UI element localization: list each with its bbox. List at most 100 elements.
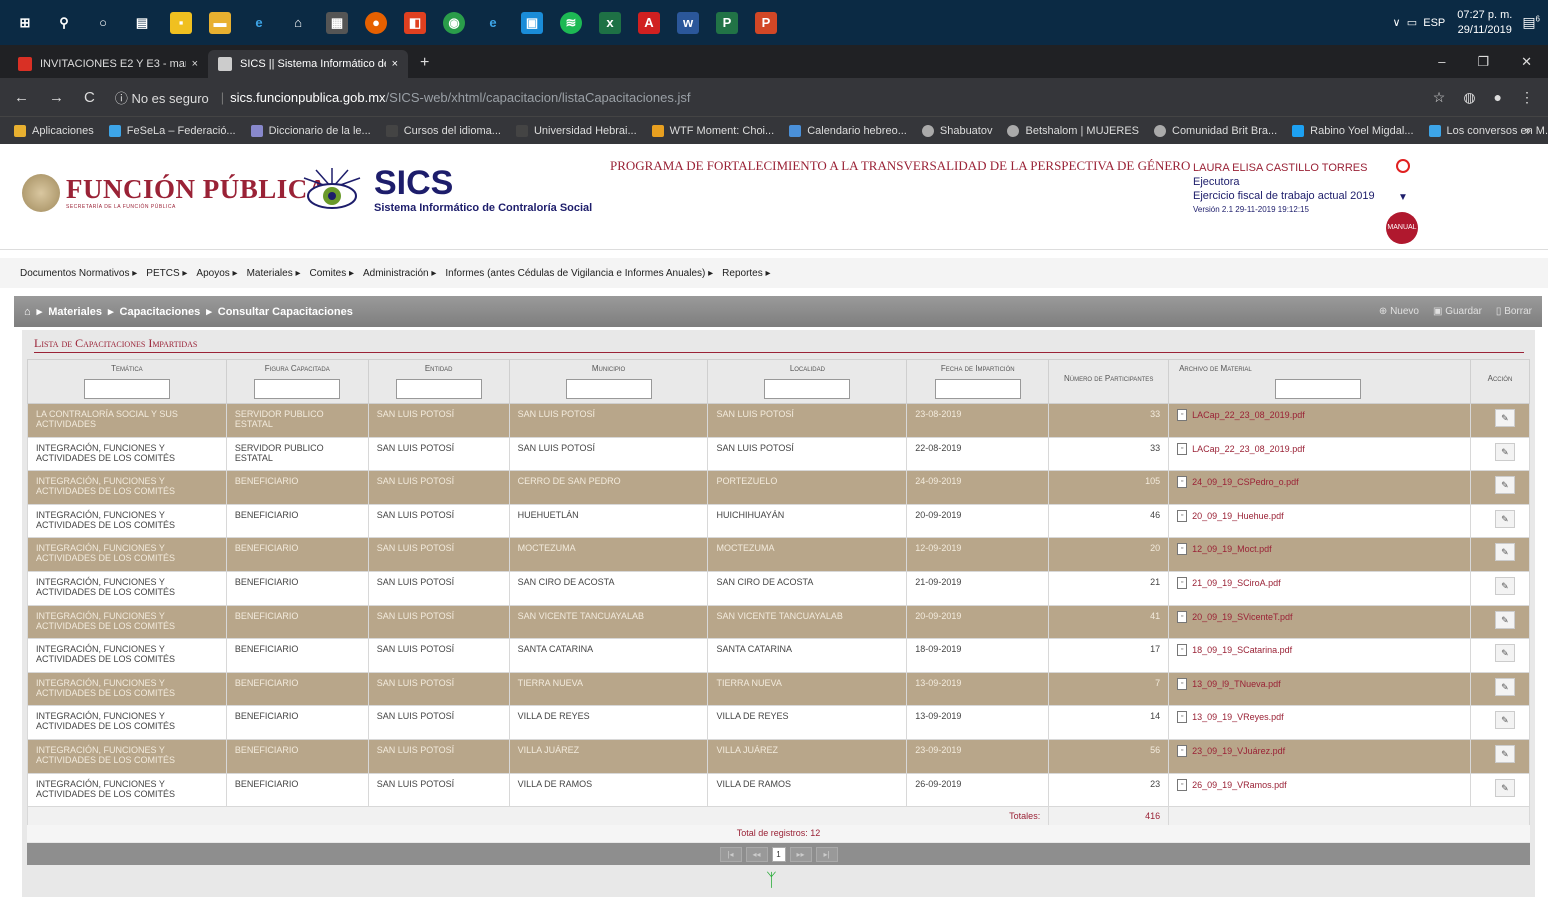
edit-pencil-icon[interactable]: ✎ [1494,476,1515,495]
firefox-icon[interactable]: ● [365,11,387,34]
tab-close-icon[interactable]: × [192,58,198,70]
spotify-icon[interactable]: ≋ [560,11,582,34]
search-icon[interactable]: ⚲ [53,12,75,34]
bookmark-item[interactable]: WTF Moment: Choi... [651,124,774,137]
bookmark-item[interactable]: Shabuatov [921,124,992,137]
menu-icon[interactable]: ⋮ [1520,89,1534,106]
tab-invitaciones[interactable]: INVITACIONES E2 Y E3 - marcolin × [8,50,208,78]
language-indicator[interactable]: ESP [1423,17,1445,29]
last-page-button[interactable]: ▸| [815,846,838,862]
file-link[interactable]: ▫ 18_09_19_SCatarina.pdf [1177,644,1462,657]
edit-pencil-icon[interactable]: ✎ [1494,576,1515,595]
ie-icon[interactable]: e [482,12,504,34]
app-blue-icon[interactable]: ▣ [521,11,543,34]
restore-icon[interactable]: ❐ [1477,54,1489,70]
first-page-button[interactable]: |◂ [719,846,742,862]
file-link[interactable]: ▫ 24_09_19_CSPedro_o.pdf [1177,476,1462,489]
word-icon[interactable]: w [677,11,699,34]
page-1-button[interactable]: 1 [771,846,786,862]
file-link[interactable]: ▫ 13_09_19_VReyes.pdf [1177,711,1462,724]
menu-informes[interactable]: Informes (antes Cédulas de Vigilancia e … [445,268,713,279]
menu-documentos-normativos[interactable]: Documentos Normativos ▸ [20,268,137,279]
save-button[interactable]: ▣ Guardar [1433,306,1482,317]
col-entidad[interactable]: Entidad [367,359,510,404]
tray-chevron-icon[interactable]: ∨ [1393,16,1401,29]
home-icon[interactable]: ⌂ [24,306,31,318]
delete-button[interactable]: ▯ Borrar [1496,306,1532,317]
file-link[interactable]: ▫ LACap_22_23_08_2019.pdf [1177,442,1462,455]
profile-avatar[interactable]: ● [1494,89,1502,106]
bookmark-item[interactable]: Universidad Hebrai... [515,124,637,137]
home-icon[interactable]: ⌂ [287,12,309,34]
powerpoint-icon[interactable]: P [755,11,777,34]
minimize-icon[interactable]: – [1438,54,1445,69]
edit-pencil-icon[interactable]: ✎ [1494,442,1515,461]
edit-pencil-icon[interactable]: ✎ [1494,610,1515,629]
edit-pencil-icon[interactable]: ✎ [1494,409,1515,427]
col-figura[interactable]: Figura Capacitada [225,359,369,404]
bookmark-item[interactable]: Calendario hebreo... [789,124,907,137]
chrome-icon[interactable]: ◉ [443,11,465,34]
menu-materiales[interactable]: Materiales ▸ [247,268,301,279]
col-participantes[interactable]: Número de Participantes [1048,359,1170,404]
url-field[interactable]: ⓘ No es seguro | sics.funcionpublica.gob… [115,88,691,107]
col-municipio[interactable]: Municipio [508,359,709,404]
bookmarks-overflow[interactable]: » [1525,125,1531,137]
breadcrumb-materiales[interactable]: Materiales [48,306,102,318]
calculator-icon[interactable]: ▦ [326,11,348,34]
file-link[interactable]: ▫ 21_09_19_SCiroA.pdf [1177,576,1462,589]
bookmark-item[interactable]: Cursos del idioma... [385,124,501,137]
col-archivo[interactable]: Archivo de Material [1168,359,1471,404]
file-link[interactable]: ▫ 13_09_l9_TNueva.pdf [1177,677,1462,690]
col-fecha[interactable]: Fecha de Impartición [906,359,1050,404]
clock[interactable]: 07:27 p. m. 29/11/2019 [1457,8,1512,38]
app-icon[interactable]: ◧ [404,11,426,34]
bookmark-item[interactable]: Aplicaciones [14,124,94,137]
windows-start-icon[interactable]: ⊞ [14,11,36,34]
edit-pencil-icon[interactable]: ✎ [1494,543,1515,562]
file-link[interactable]: ▫ LACap_22_23_08_2019.pdf [1177,409,1462,421]
extension-icon[interactable]: ◍ [1463,89,1475,106]
notification-icon[interactable]: ▤6 [1522,14,1540,31]
file-link[interactable]: ▫ 20_09_19_Huehue.pdf [1177,509,1462,522]
user-menu-caret-icon[interactable]: ▼ [1398,192,1408,203]
new-button[interactable]: ⊕ Nuevo [1379,306,1419,317]
prev-page-button[interactable]: ◂◂ [745,846,768,862]
bookmark-item[interactable]: Betshalom | MUJERES [1007,124,1139,137]
edit-pencil-icon[interactable]: ✎ [1494,778,1515,797]
filter-municipio-input[interactable] [565,379,652,399]
filter-tematica-input[interactable] [83,379,170,399]
edit-pencil-icon[interactable]: ✎ [1494,711,1515,730]
menu-petcs[interactable]: PETCS ▸ [146,268,187,279]
back-icon[interactable]: ← [14,89,29,106]
filter-figura-input[interactable] [254,379,341,399]
file-explorer-icon[interactable]: ▬ [209,11,231,34]
tab-sics[interactable]: SICS || Sistema Informático de Co × [208,50,408,78]
menu-apoyos[interactable]: Apoyos ▸ [196,268,237,279]
filter-entidad-input[interactable] [395,379,482,399]
store-icon[interactable]: ▪ [170,11,192,34]
filter-archivo-input[interactable] [1275,379,1362,399]
bookmark-item[interactable]: FeSeLa – Federació... [108,124,236,137]
task-view-icon[interactable]: ▤ [131,12,153,34]
edge-icon[interactable]: e [248,12,270,34]
excel-icon[interactable]: x [599,11,621,34]
filter-localidad-input[interactable] [764,379,851,399]
reload-icon[interactable]: C [84,89,95,106]
project-icon[interactable]: P [716,11,738,34]
cortana-icon[interactable]: ○ [92,12,114,34]
menu-comites[interactable]: Comites ▸ [310,268,354,279]
edit-pencil-icon[interactable]: ✎ [1494,644,1515,663]
edit-pencil-icon[interactable]: ✎ [1494,744,1515,763]
col-localidad[interactable]: Localidad [707,359,908,404]
forward-icon[interactable]: → [49,89,64,106]
close-icon[interactable]: ✕ [1521,54,1532,70]
filter-fecha-input[interactable] [934,379,1021,399]
col-tematica[interactable]: Temática [27,359,227,404]
tab-close-icon[interactable]: × [392,58,398,70]
bookmark-item[interactable]: Rabino Yoel Migdal... [1292,124,1414,137]
bookmark-star-icon[interactable]: ☆ [1433,89,1446,106]
security-indicator[interactable]: ⓘ No es seguro [115,88,209,107]
file-link[interactable]: ▫ 20_09_19_SVicenteT.pdf [1177,610,1462,623]
file-link[interactable]: ▫ 23_09_19_VJuárez.pdf [1177,744,1462,757]
